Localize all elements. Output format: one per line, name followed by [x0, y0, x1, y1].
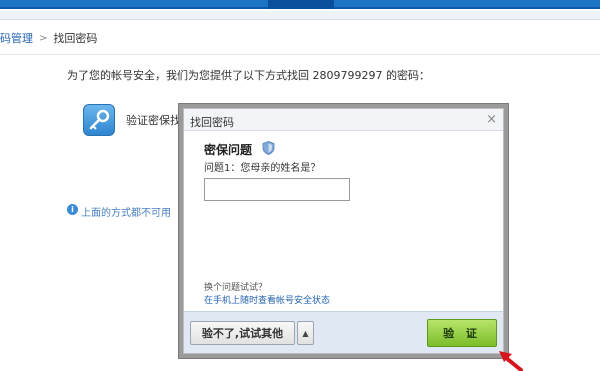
- question-label: 问题1：您母亲的姓名是？: [204, 163, 321, 174]
- sub-nav-bar: [0, 11, 600, 20]
- red-arrow-icon: [499, 351, 523, 371]
- divider: [0, 54, 600, 55]
- try-other-button[interactable]: 验不了,试试其他: [190, 321, 295, 345]
- caret-up-icon[interactable]: ▲: [297, 321, 314, 345]
- dialog-footer: 验不了,试试其他 ▲ 验 证: [184, 311, 503, 353]
- phone-security-link[interactable]: 在手机上随时查看帐号安全状态: [204, 293, 330, 306]
- key-icon[interactable]: [83, 104, 115, 136]
- unavailable-link[interactable]: 上面的方式都不可用: [81, 204, 171, 219]
- change-question-link[interactable]: 换个问题试试？: [204, 280, 267, 293]
- close-icon[interactable]: ×: [486, 112, 497, 127]
- breadcrumb-separator: >: [39, 32, 48, 44]
- breadcrumb: 码管理 > 找回密码: [0, 30, 97, 46]
- shield-icon: [262, 141, 275, 155]
- find-password-dialog: 找回密码 × 密保问题 问题1：您母亲的姓名是？ 换个问题试试？ 在手机上随时查…: [178, 103, 509, 359]
- dialog-header: 找回密码 ×: [184, 109, 503, 131]
- method-label[interactable]: 验证密保找: [126, 112, 181, 128]
- security-question-title: 密保问题: [204, 143, 253, 157]
- dialog-title: 找回密码: [190, 116, 234, 129]
- intro-text: 为了您的帐号安全，我们为您提供了以下方式找回 2809799297 的密码：: [67, 69, 430, 82]
- breadcrumb-parent[interactable]: 码管理: [0, 30, 33, 46]
- info-icon: i: [67, 204, 78, 215]
- verify-button[interactable]: 验 证: [427, 319, 497, 347]
- top-nav-bar: [0, 0, 600, 9]
- answer-input[interactable]: [204, 178, 350, 201]
- active-nav-tab[interactable]: [268, 0, 334, 9]
- dialog-body: 找回密码 × 密保问题 问题1：您母亲的姓名是？ 换个问题试试？ 在手机上随时查…: [183, 108, 504, 354]
- breadcrumb-current: 找回密码: [53, 32, 98, 45]
